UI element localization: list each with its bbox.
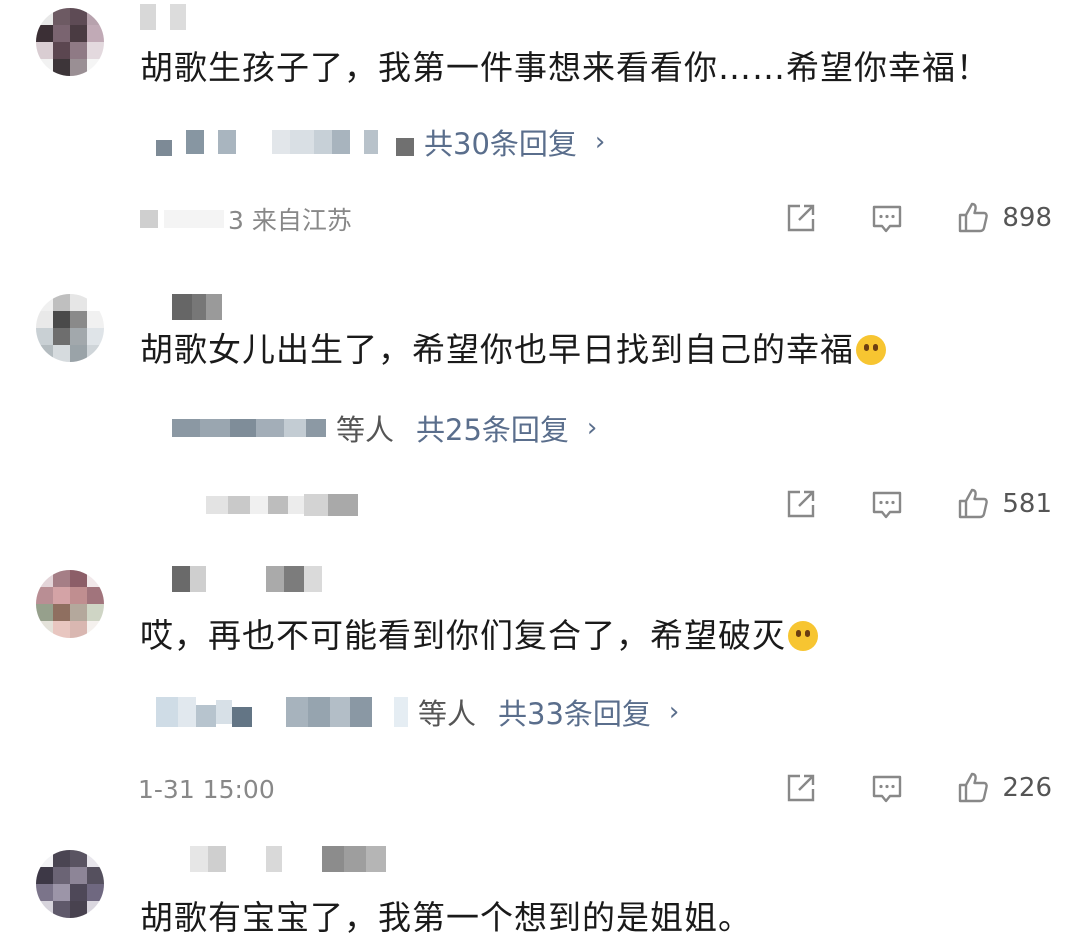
reply-users-suffix: 等人 — [336, 413, 395, 447]
username-blurred[interactable] — [172, 294, 222, 320]
share-icon[interactable] — [784, 487, 818, 521]
reply-users-blurred — [156, 697, 408, 727]
like-count: 581 — [1002, 489, 1052, 519]
action-bar: 581 — [732, 484, 1052, 524]
reply-summary[interactable]: 等人 共33条回复 › — [156, 692, 679, 732]
reply-users-blurred — [172, 419, 326, 437]
avatar[interactable] — [36, 294, 104, 362]
laughing-crying-emoji — [788, 621, 818, 651]
comment-meta: 1-31 15:00 — [138, 772, 275, 806]
action-bar: 898 — [732, 198, 1052, 238]
chevron-right-icon: › — [586, 413, 598, 443]
reply-count-link[interactable]: 共25条回复 — [416, 407, 569, 449]
username-blurred[interactable] — [172, 566, 322, 592]
thumbs-up-icon[interactable] — [956, 771, 990, 805]
like-count: 898 — [1002, 203, 1052, 233]
chevron-right-icon: › — [668, 697, 680, 727]
comment-meta-blurred — [206, 488, 358, 522]
like-count: 226 — [1002, 773, 1052, 803]
comment-meta: 3 来自江苏 — [140, 202, 352, 236]
chevron-right-icon: › — [594, 127, 606, 157]
reply-users-blurred — [156, 128, 414, 156]
comment-text: 胡歌有宝宝了，我第一个想到的是姐姐。 — [140, 898, 752, 937]
reply-count-link[interactable]: 共30条回复 — [424, 121, 577, 163]
timestamp: 1-31 15:00 — [138, 774, 275, 804]
comment-text: 胡歌生孩子了，我第一件事想来看看你……希望你幸福！ — [140, 48, 990, 87]
avatar[interactable] — [36, 8, 104, 76]
reply-count-link[interactable]: 共33条回复 — [498, 691, 651, 733]
reply-users-suffix: 等人 — [418, 697, 477, 731]
share-icon[interactable] — [784, 771, 818, 805]
happy-tears-emoji — [856, 335, 886, 365]
thumbs-up-icon[interactable] — [956, 201, 990, 235]
action-bar: 226 — [732, 768, 1052, 808]
avatar[interactable] — [36, 570, 104, 638]
username-blurred[interactable] — [190, 846, 386, 872]
comment-text: 胡歌女儿出生了，希望你也早日找到自己的幸福 — [140, 330, 886, 370]
comment-icon[interactable] — [870, 487, 904, 521]
username-blurred[interactable] — [140, 4, 186, 30]
avatar[interactable] — [36, 850, 104, 918]
reply-summary[interactable]: 共30条回复 › — [156, 122, 605, 162]
comment-icon[interactable] — [870, 201, 904, 235]
reply-summary[interactable]: 等人 共25条回复 › — [172, 408, 597, 448]
thumbs-up-icon[interactable] — [956, 487, 990, 521]
comment-icon[interactable] — [870, 771, 904, 805]
comment-text: 哎，再也不可能看到你们复合了，希望破灭 — [140, 616, 818, 656]
share-icon[interactable] — [784, 201, 818, 235]
